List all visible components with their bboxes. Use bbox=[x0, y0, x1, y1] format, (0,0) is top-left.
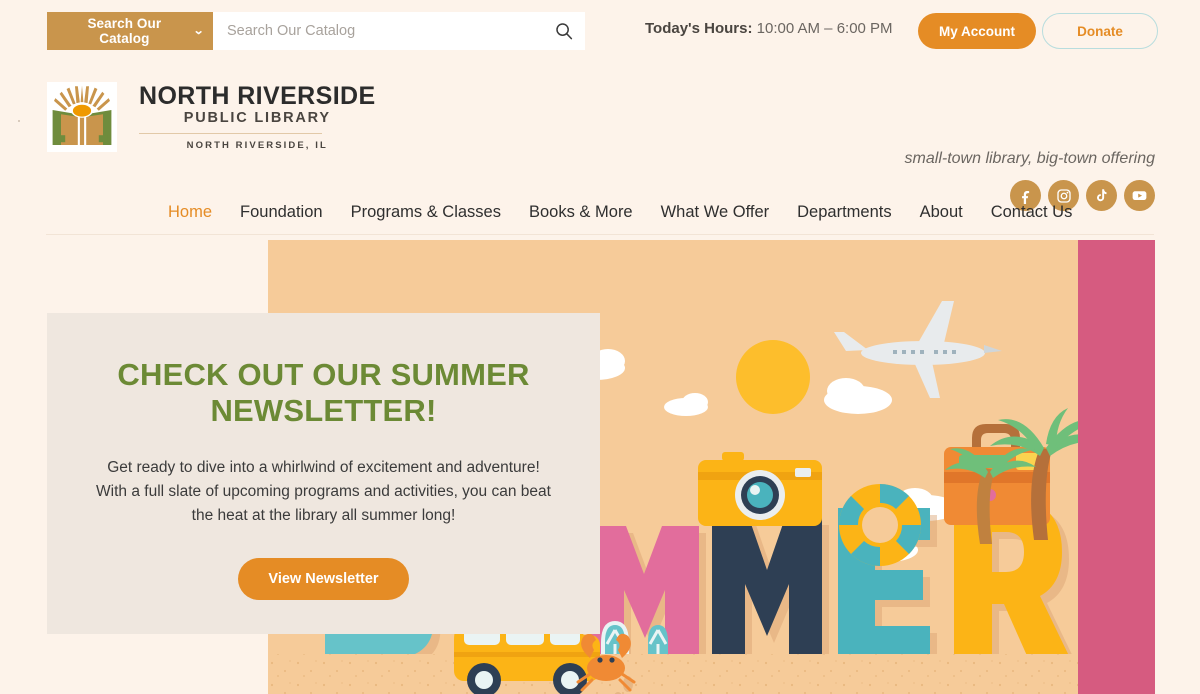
search-submit-button[interactable] bbox=[551, 18, 577, 44]
logo-wordmark: NORTH RIVERSIDE PUBLIC LIBRARY NORTH RIV… bbox=[139, 83, 376, 151]
book-sunrise-logo-icon bbox=[47, 82, 117, 152]
nav-item-home[interactable]: Home bbox=[168, 203, 212, 222]
catalog-scope-select[interactable]: Search Our Catalog ⌄ bbox=[47, 12, 213, 50]
header-divider bbox=[46, 234, 1154, 235]
view-newsletter-button[interactable]: View Newsletter bbox=[238, 557, 409, 600]
todays-hours: Today's Hours: 10:00 AM – 6:00 PM bbox=[645, 20, 893, 37]
hero-description: Get ready to dive into a whirlwind of ex… bbox=[89, 456, 558, 528]
donate-button[interactable]: Donate bbox=[1042, 13, 1158, 49]
my-account-button[interactable]: My Account bbox=[918, 13, 1036, 49]
hero-content-card: CHECK OUT OUR SUMMER NEWSLETTER! Get rea… bbox=[47, 313, 600, 634]
nav-item-departments[interactable]: Departments bbox=[797, 203, 891, 222]
hours-value: 10:00 AM – 6:00 PM bbox=[756, 20, 893, 37]
search-icon bbox=[556, 23, 573, 40]
logo-subtitle: PUBLIC LIBRARY bbox=[183, 110, 331, 127]
catalog-search-group: Search Our Catalog ⌄ bbox=[47, 12, 585, 50]
page-root: Search Our Catalog ⌄ Today's Hours: 10:0… bbox=[0, 0, 1200, 694]
nav-item-about[interactable]: About bbox=[920, 203, 963, 222]
utility-bar: Search Our Catalog ⌄ Today's Hours: 10:0… bbox=[0, 0, 1200, 62]
hero-description-line-3: the heat at the library all summer long! bbox=[191, 506, 456, 524]
nav-item-foundation[interactable]: Foundation bbox=[240, 203, 323, 222]
hero-description-line-2: With a full slate of upcoming programs a… bbox=[96, 482, 551, 500]
main-navigation: Home Foundation Programs & Classes Books… bbox=[0, 190, 1200, 234]
nav-item-contact-us[interactable]: Contact Us bbox=[991, 203, 1073, 222]
hero-description-line-1: Get ready to dive into a whirlwind of ex… bbox=[107, 458, 540, 476]
brand-row: NORTH RIVERSIDE PUBLIC LIBRARY NORTH RIV… bbox=[0, 62, 1200, 235]
search-input[interactable] bbox=[213, 12, 585, 50]
site-logo-link[interactable]: NORTH RIVERSIDE PUBLIC LIBRARY NORTH RIV… bbox=[47, 82, 376, 152]
chevron-down-icon: ⌄ bbox=[192, 24, 205, 37]
hero-accent-strip bbox=[1078, 240, 1155, 694]
search-field bbox=[213, 12, 585, 50]
logo-city: NORTH RIVERSIDE, IL bbox=[186, 140, 328, 152]
hero-title: CHECK OUT OUR SUMMER NEWSLETTER! bbox=[117, 357, 530, 429]
nav-item-books-more[interactable]: Books & More bbox=[529, 203, 633, 222]
catalog-scope-label: Search Our Catalog bbox=[87, 16, 162, 46]
pixel-artifact bbox=[18, 120, 20, 122]
logo-name: NORTH RIVERSIDE bbox=[139, 81, 376, 110]
site-tagline: small-town library, big-town offering bbox=[904, 150, 1155, 167]
hours-label: Today's Hours: bbox=[645, 20, 753, 37]
logo-divider bbox=[139, 133, 322, 135]
nav-item-what-we-offer[interactable]: What We Offer bbox=[661, 203, 770, 222]
nav-item-programs-classes[interactable]: Programs & Classes bbox=[351, 203, 501, 222]
